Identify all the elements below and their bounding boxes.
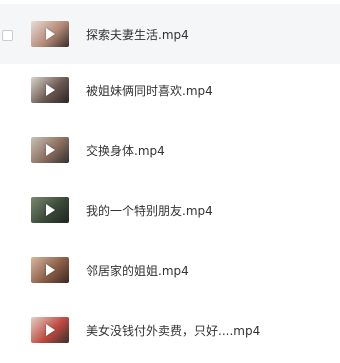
play-icon [46,264,55,276]
video-thumbnail[interactable] [31,137,69,163]
file-name[interactable]: 我的一个特别朋友.mp4 [86,202,213,219]
file-name[interactable]: 邻居家的姐姐.mp4 [86,262,189,279]
row-checkbox[interactable] [2,30,13,41]
file-row[interactable]: 美女没钱付外卖费，只好....mp4 [0,300,340,360]
file-name[interactable]: 交换身体.mp4 [86,142,165,159]
play-icon [46,324,55,336]
file-name[interactable]: 美女没钱付外卖费，只好....mp4 [86,322,260,339]
video-thumbnail[interactable] [31,197,69,223]
file-name[interactable]: 探索夫妻生活.mp4 [86,26,189,43]
play-icon [46,144,55,156]
video-thumbnail[interactable] [31,21,69,47]
file-list: 探索夫妻生活.mp4 被姐妹俩同时喜欢.mp4 交换身体.mp4 我的一个特别朋… [0,0,340,360]
video-thumbnail[interactable] [31,257,69,283]
file-row[interactable]: 探索夫妻生活.mp4 [0,4,340,64]
file-row[interactable]: 交换身体.mp4 [0,120,340,180]
file-row[interactable]: 我的一个特别朋友.mp4 [0,180,340,240]
play-icon [46,84,55,96]
play-icon [46,204,55,216]
play-icon [46,28,55,40]
video-thumbnail[interactable] [31,77,69,103]
file-row[interactable]: 被姐妹俩同时喜欢.mp4 [0,60,340,120]
file-name[interactable]: 被姐妹俩同时喜欢.mp4 [86,82,213,99]
video-thumbnail[interactable] [31,317,69,343]
file-row[interactable]: 邻居家的姐姐.mp4 [0,240,340,300]
